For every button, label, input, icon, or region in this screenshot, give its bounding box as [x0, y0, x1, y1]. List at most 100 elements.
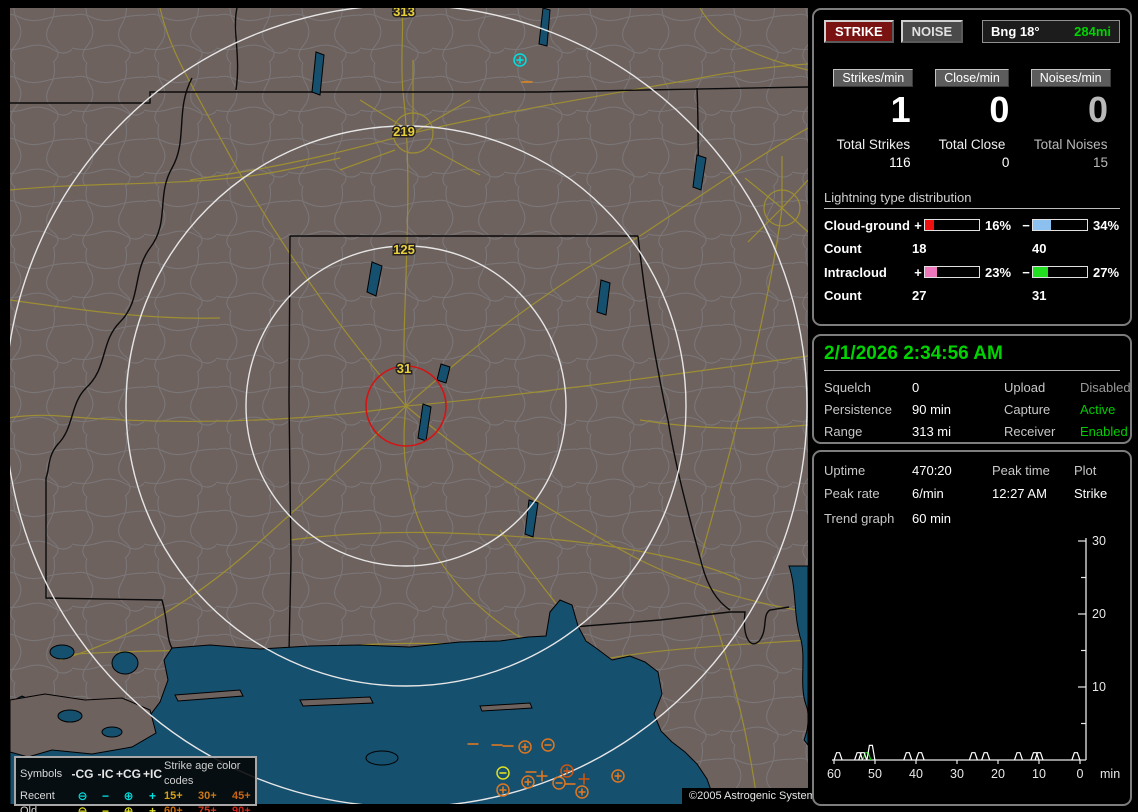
total-noises-label: Total Noises	[1033, 136, 1108, 152]
svg-text:10: 10	[1092, 680, 1106, 694]
recent-ic-pos-icon: +	[148, 789, 156, 803]
plot-mode-value: Strike	[1074, 486, 1108, 501]
bearing-distance: 284mi	[1074, 24, 1111, 39]
age-45: 45+	[232, 790, 251, 802]
svg-text:min: min	[1100, 767, 1120, 781]
close-per-min-value: 0	[989, 89, 1010, 130]
peak-time-value: 12:27 AM	[992, 486, 1047, 501]
lightning-distribution: Lightning type distribution Cloud-ground…	[824, 190, 1120, 303]
cg-neg-count: 40	[1032, 240, 1047, 256]
cg-neg-percent: 34%	[1093, 217, 1120, 233]
persistence-value: 90 min	[912, 402, 952, 417]
svg-text:50: 50	[868, 767, 882, 781]
ic-pos-percent: 23%	[985, 264, 1012, 280]
old-ic-neg-icon: −	[101, 804, 109, 812]
svg-text:0: 0	[1077, 767, 1084, 781]
peak-rate-label: Peak rate	[824, 486, 880, 501]
ring-label-31: 31	[397, 361, 411, 376]
plot-label: Plot	[1074, 463, 1097, 478]
old-ic-pos-icon: +	[148, 804, 156, 812]
map-area: 313 219 125 31 Symbols -CG -IC +CG +IC S…	[10, 8, 829, 812]
datetime-display: 2/1/2026 2:34:56 AM	[824, 343, 1120, 371]
legend-row-recent-label: Recent	[20, 790, 55, 802]
cg-neg-bar	[1032, 219, 1088, 232]
intracloud-label: Intracloud	[824, 264, 887, 280]
close-column: Close/min 0 Total Close 0	[923, 69, 1022, 170]
uptime-label: Uptime	[824, 463, 866, 478]
uptime-value: 470:20	[912, 463, 952, 478]
peak-rate-value: 6/min	[912, 486, 944, 501]
persistence-label: Persistence	[824, 402, 892, 417]
ic-pos-bar	[924, 266, 980, 279]
ic-neg-count: 31	[1032, 287, 1047, 303]
cg-pos-bar	[924, 219, 980, 232]
capture-label: Capture	[1004, 402, 1051, 417]
legend-col-cg-neg: -CG	[71, 766, 94, 781]
age-30: 30+	[198, 790, 217, 802]
noise-button[interactable]: NOISE	[900, 20, 964, 43]
minus-sign: −	[1022, 264, 1030, 280]
distribution-header: Lightning type distribution	[824, 190, 1120, 209]
total-strikes-value: 116	[889, 154, 911, 170]
ic-neg-bar	[1032, 266, 1088, 279]
ring-label-219: 219	[393, 124, 415, 139]
ring-label-313: 313	[393, 8, 415, 19]
receiver-status: Enabled	[1080, 424, 1128, 439]
cg-pos-count: 18	[912, 240, 927, 256]
recent-cg-pos-icon: ⊕	[123, 789, 134, 803]
legend-col-cg-pos: +CG	[116, 766, 142, 781]
strike-stats-panel: STRIKE NOISE Bng 18° 284mi Strikes/min 1…	[812, 8, 1132, 326]
total-close-value: 0	[1001, 154, 1010, 170]
old-cg-neg-icon: ⊖	[77, 804, 88, 812]
ic-count-label: Count	[824, 287, 862, 303]
range-label: Range	[824, 424, 863, 439]
squelch-label: Squelch	[824, 380, 871, 395]
squelch-value: 0	[912, 380, 920, 395]
age-15: 15+	[164, 790, 183, 802]
svg-text:30: 30	[950, 767, 964, 781]
legend-title: Symbols	[20, 767, 63, 780]
ring-label-125: 125	[393, 242, 415, 257]
capture-status: Active	[1080, 402, 1116, 417]
trend-graph-chart: 10 20 30 60 50 40 30 20 10 0 min	[827, 534, 1120, 781]
cg-count-label: Count	[824, 240, 862, 256]
minus-sign: −	[1022, 217, 1030, 233]
age-75: 75+	[198, 805, 217, 812]
ic-neg-percent: 27%	[1093, 264, 1120, 280]
strikes-column: Strikes/min 1 Total Strikes 116	[824, 69, 923, 170]
strikes-per-min-value: 1	[890, 89, 911, 130]
noises-per-min-value: 0	[1087, 89, 1109, 130]
age-60: 60+	[164, 805, 183, 812]
strike-button[interactable]: STRIKE	[824, 20, 894, 43]
upload-label: Upload	[1004, 380, 1046, 395]
recent-ic-neg-icon: −	[101, 789, 109, 803]
ic-pos-count: 27	[912, 287, 927, 303]
svg-text:20: 20	[991, 767, 1005, 781]
total-noises-value: 15	[1092, 154, 1109, 170]
legend-col-ic-neg: -IC	[97, 766, 114, 781]
trend-panel: Uptime 470:20 Peak time Plot Peak rate 6…	[812, 450, 1132, 806]
noises-per-min-label: Noises/min	[1030, 69, 1111, 87]
recent-cg-neg-icon: ⊖	[77, 789, 88, 803]
age-90: 90+	[232, 805, 251, 812]
svg-text:10: 10	[1032, 767, 1046, 781]
old-cg-pos-icon: ⊕	[123, 804, 134, 812]
noises-column: Noises/min 0 Total Noises 15	[1021, 69, 1120, 170]
svg-text:60: 60	[827, 767, 841, 781]
plus-sign: +	[914, 264, 922, 280]
close-per-min-label: Close/min	[935, 69, 1009, 87]
receiver-label: Receiver	[1004, 424, 1056, 439]
cloud-ground-label: Cloud-ground	[824, 217, 910, 233]
total-close-label: Total Close	[938, 136, 1006, 152]
bearing-label: Bng 18°	[991, 24, 1040, 39]
map-legend: Symbols -CG -IC +CG +IC Strike age color…	[14, 756, 257, 812]
range-value: 313 mi	[912, 424, 952, 439]
trend-graph-window: 60 min	[912, 511, 952, 526]
total-strikes-label: Total Strikes	[836, 136, 911, 152]
status-panel: 2/1/2026 2:34:56 AM Squelch 0 Upload Dis…	[812, 334, 1132, 444]
plus-sign: +	[914, 217, 922, 233]
trend-graph-label: Trend graph	[824, 511, 895, 526]
legend-row-old-label: Old	[20, 805, 38, 812]
svg-text:40: 40	[909, 767, 923, 781]
bearing-display: Bng 18° 284mi	[982, 20, 1120, 43]
